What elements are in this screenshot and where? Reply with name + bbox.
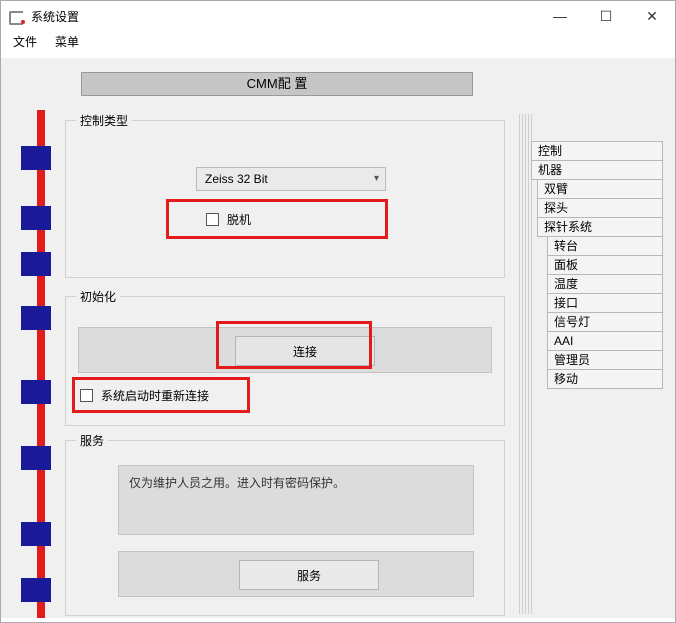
tab-signal[interactable]: 信号灯 (547, 312, 663, 332)
blue-marker (21, 252, 51, 276)
main-panel: 控制类型 Zeiss 32 Bit ▾ 脱机 初始化 连接 (37, 110, 517, 618)
minimize-button[interactable]: — (537, 1, 583, 31)
app-icon (9, 8, 25, 24)
connect-button-wrap: 连接 (78, 327, 492, 373)
blue-marker (21, 146, 51, 170)
tab-machine[interactable]: 机器 (531, 160, 663, 180)
service-button-wrap: 服务 (118, 551, 474, 597)
fieldset-init: 初始化 连接 系统启动时重新连接 (65, 296, 505, 426)
system-settings-window: 系统设置 — ☐ ✕ 文件 菜单 CMM配 置 控制类型 (0, 0, 676, 623)
legend-control-type: 控制类型 (76, 112, 132, 129)
offline-label: 脱机 (227, 211, 251, 228)
client-area: CMM配 置 控制类型 Zeiss 32 Bit ▾ (1, 58, 675, 618)
fieldset-service: 服务 仅为维护人员之用。进入时有密码保护。 服务 (65, 440, 505, 616)
tab-stylus-sys[interactable]: 探针系统 (537, 217, 663, 237)
tab-rotary[interactable]: 转台 (547, 236, 663, 256)
control-type-value: Zeiss 32 Bit (205, 172, 268, 186)
connect-label: 连接 (293, 343, 317, 360)
service-button[interactable]: 服务 (239, 560, 379, 590)
reconnect-checkbox[interactable]: 系统启动时重新连接 (80, 387, 209, 404)
close-button[interactable]: ✕ (629, 1, 675, 31)
side-tabs: 控制 机器 双臂 探头 探针系统 转台 面板 温度 接口 信号灯 AAI 管理员… (531, 142, 663, 389)
tab-aai[interactable]: AAI (547, 331, 663, 351)
tab-dual-arm[interactable]: 双臂 (537, 179, 663, 199)
tab-temp[interactable]: 温度 (547, 274, 663, 294)
menu-file[interactable]: 文件 (11, 31, 39, 52)
tab-panel[interactable]: 面板 (547, 255, 663, 275)
tab-probe[interactable]: 探头 (537, 198, 663, 218)
tab-admin[interactable]: 管理员 (547, 350, 663, 370)
blue-marker (21, 446, 51, 470)
offline-checkbox[interactable]: 脱机 (206, 211, 251, 228)
checkbox-box (206, 213, 219, 226)
blue-marker (21, 578, 51, 602)
connect-button[interactable]: 连接 (235, 336, 375, 366)
blue-marker (21, 522, 51, 546)
tab-control[interactable]: 控制 (531, 141, 663, 161)
service-button-label: 服务 (297, 567, 321, 584)
maximize-button[interactable]: ☐ (583, 1, 629, 31)
tab-interface[interactable]: 接口 (547, 293, 663, 313)
fieldset-control-type: 控制类型 Zeiss 32 Bit ▾ 脱机 (65, 120, 505, 278)
blue-marker (21, 306, 51, 330)
checkbox-box (80, 389, 93, 402)
window-title: 系统设置 (31, 8, 79, 25)
menubar: 文件 菜单 (1, 31, 675, 58)
titlebar: 系统设置 — ☐ ✕ (1, 1, 675, 31)
control-type-select[interactable]: Zeiss 32 Bit ▾ (196, 167, 386, 191)
legend-init: 初始化 (76, 288, 120, 305)
highlight-box (166, 199, 388, 239)
legend-service: 服务 (76, 432, 108, 449)
tab-move[interactable]: 移动 (547, 369, 663, 389)
blue-marker (21, 206, 51, 230)
service-description: 仅为维护人员之用。进入时有密码保护。 (118, 465, 474, 535)
page-header: CMM配 置 (81, 72, 473, 96)
chevron-down-icon: ▾ (374, 173, 379, 184)
reconnect-label: 系统启动时重新连接 (101, 387, 209, 404)
blue-marker (21, 380, 51, 404)
menu-menu[interactable]: 菜单 (53, 31, 81, 52)
